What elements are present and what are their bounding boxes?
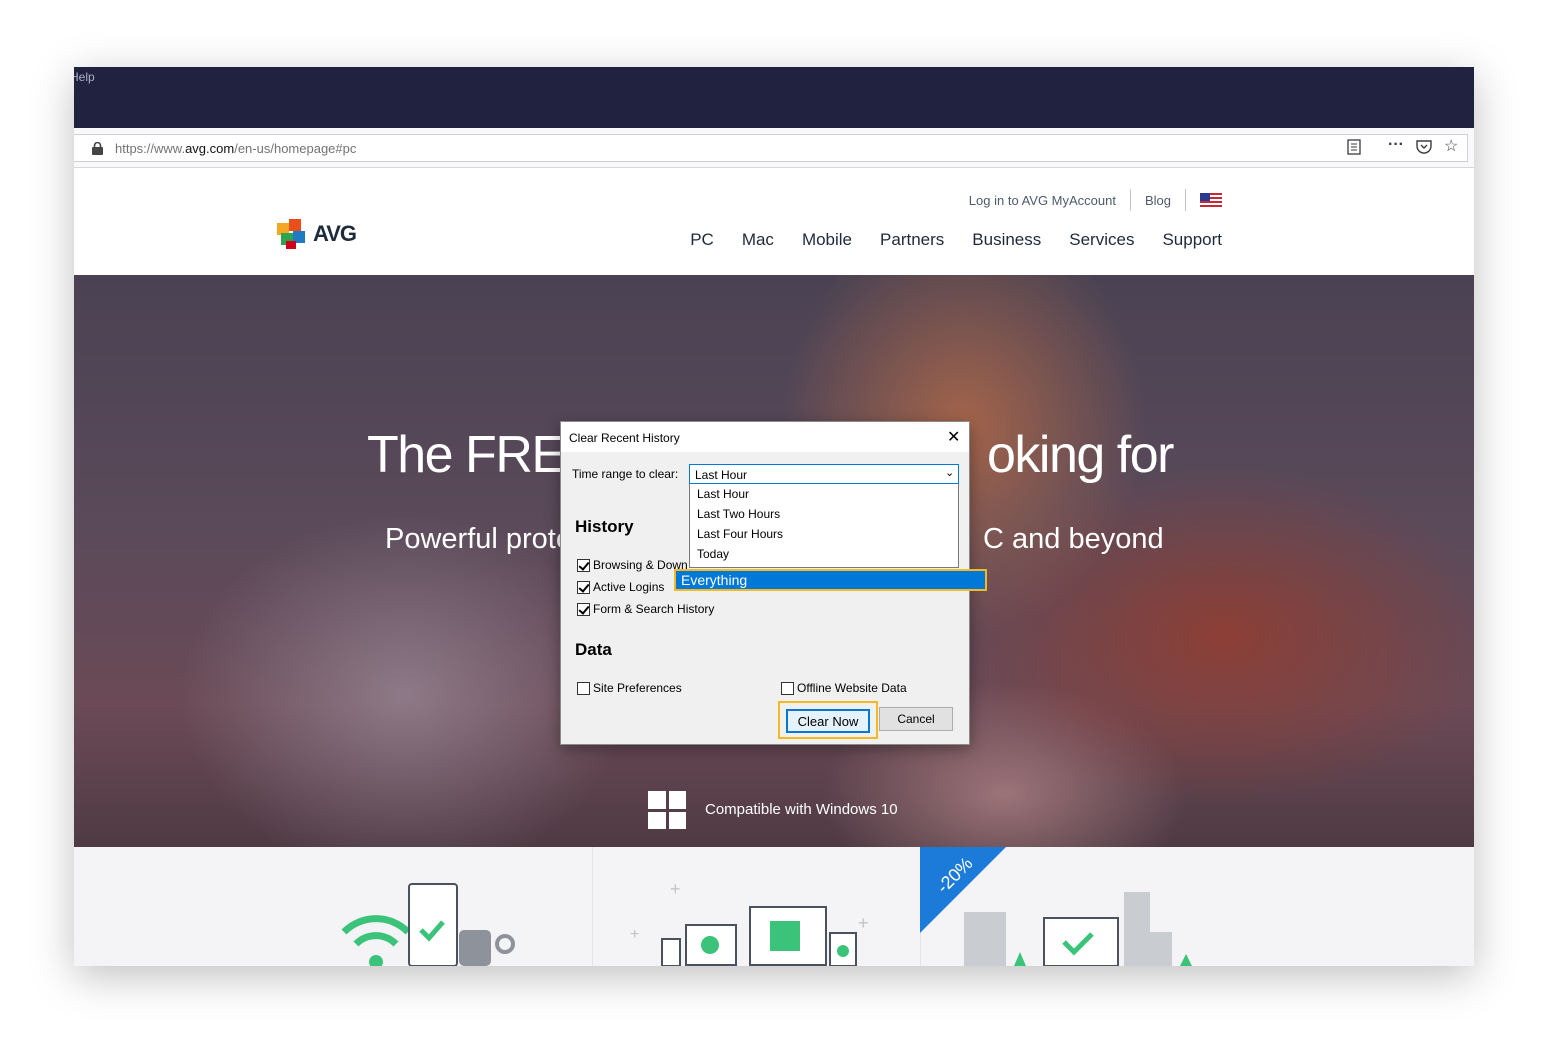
- product-panels: + + + -20%: [74, 847, 1474, 966]
- url-text[interactable]: https://www.avg.com/en-us/homepage#pc: [115, 141, 356, 156]
- nav-partners[interactable]: Partners: [880, 230, 944, 250]
- nav-support[interactable]: Support: [1162, 230, 1222, 250]
- windows-logo-icon: [648, 791, 686, 829]
- hero-subheading-left: Powerful prote: [385, 523, 572, 555]
- nav-mac[interactable]: Mac: [742, 230, 774, 250]
- top-links: Log in to AVG MyAccount Blog: [969, 189, 1222, 211]
- nav-mobile[interactable]: Mobile: [802, 230, 852, 250]
- svg-text:+: +: [858, 913, 869, 933]
- main-nav: PC Mac Mobile Partners Business Services…: [690, 230, 1222, 250]
- checkbox-unchecked-icon[interactable]: [577, 681, 590, 695]
- time-range-select[interactable]: Last Hour ⌄: [689, 464, 959, 484]
- checkbox-browsing[interactable]: Browsing & Down: [577, 558, 688, 572]
- clear-now-highlight: Clear Now: [778, 701, 878, 739]
- avg-logo[interactable]: AVG: [277, 217, 357, 251]
- us-flag-icon[interactable]: [1200, 192, 1222, 208]
- reader-view-icon[interactable]: [1347, 139, 1361, 160]
- toolbar: https://www.avg.com/en-us/homepage#pc ··…: [74, 128, 1474, 168]
- menu-bar: Help: [74, 67, 1474, 128]
- wifi-phone-coffee-icon: [341, 883, 515, 966]
- close-icon[interactable]: ✕: [947, 427, 960, 447]
- time-range-dropdown: Last Hour Last Two Hours Last Four Hours…: [689, 484, 959, 568]
- lock-icon[interactable]: [92, 142, 103, 155]
- nav-services[interactable]: Services: [1069, 230, 1134, 250]
- option-today[interactable]: Today: [690, 544, 958, 564]
- city-device-check-icon: [964, 892, 1192, 966]
- logo-text: AVG: [313, 221, 357, 246]
- option-last-four-hours[interactable]: Last Four Hours: [690, 524, 958, 544]
- avg-logo-icon: [277, 219, 305, 249]
- history-heading: History: [575, 517, 634, 536]
- checkbox-checked-icon[interactable]: [577, 580, 590, 594]
- checkbox-active-logins[interactable]: Active Logins: [577, 580, 664, 594]
- compatibility-text: Compatible with Windows 10: [705, 801, 898, 818]
- time-range-label: Time range to clear:: [572, 467, 679, 481]
- url-field[interactable]: https://www.avg.com/en-us/homepage#pc ··…: [74, 134, 1468, 162]
- site-header: Log in to AVG MyAccount Blog AVG PC Mac …: [74, 169, 1474, 275]
- chevron-down-icon[interactable]: ⌄: [945, 466, 954, 479]
- menu-help[interactable]: Help: [74, 70, 95, 84]
- hero-subheading-right: C and beyond: [983, 523, 1164, 555]
- multi-device-icon: + + +: [630, 879, 869, 966]
- checkbox-unchecked-icon[interactable]: [781, 681, 794, 695]
- dialog-titlebar: Clear Recent History ✕: [561, 422, 969, 452]
- clear-now-button[interactable]: Clear Now: [786, 709, 870, 733]
- nav-business[interactable]: Business: [972, 230, 1041, 250]
- checkbox-checked-icon[interactable]: [577, 558, 590, 572]
- nav-pc[interactable]: PC: [690, 230, 714, 250]
- more-icon[interactable]: ···: [1388, 136, 1404, 154]
- blog-link[interactable]: Blog: [1145, 193, 1171, 208]
- pocket-icon[interactable]: [1416, 139, 1432, 159]
- bookmark-star-icon[interactable]: ☆: [1444, 136, 1458, 156]
- cancel-button[interactable]: Cancel: [879, 707, 953, 731]
- panel-divider: [592, 847, 593, 966]
- dialog-title: Clear Recent History: [569, 431, 680, 445]
- checkbox-site-preferences[interactable]: Site Preferences: [577, 681, 682, 695]
- divider: [1129, 189, 1131, 211]
- option-last-hour[interactable]: Last Hour: [690, 484, 958, 504]
- checkbox-offline-data[interactable]: Offline Website Data: [781, 681, 907, 695]
- checkbox-checked-icon[interactable]: [577, 602, 590, 616]
- divider: [1185, 189, 1186, 211]
- option-last-two-hours[interactable]: Last Two Hours: [690, 504, 958, 524]
- checkbox-form-search[interactable]: Form & Search History: [577, 602, 714, 616]
- login-link[interactable]: Log in to AVG MyAccount: [969, 193, 1116, 208]
- data-heading: Data: [575, 640, 612, 659]
- option-everything[interactable]: Everything: [674, 569, 987, 591]
- svg-text:+: +: [670, 879, 681, 899]
- svg-text:+: +: [630, 926, 639, 943]
- time-range-value: Last Hour: [695, 468, 748, 482]
